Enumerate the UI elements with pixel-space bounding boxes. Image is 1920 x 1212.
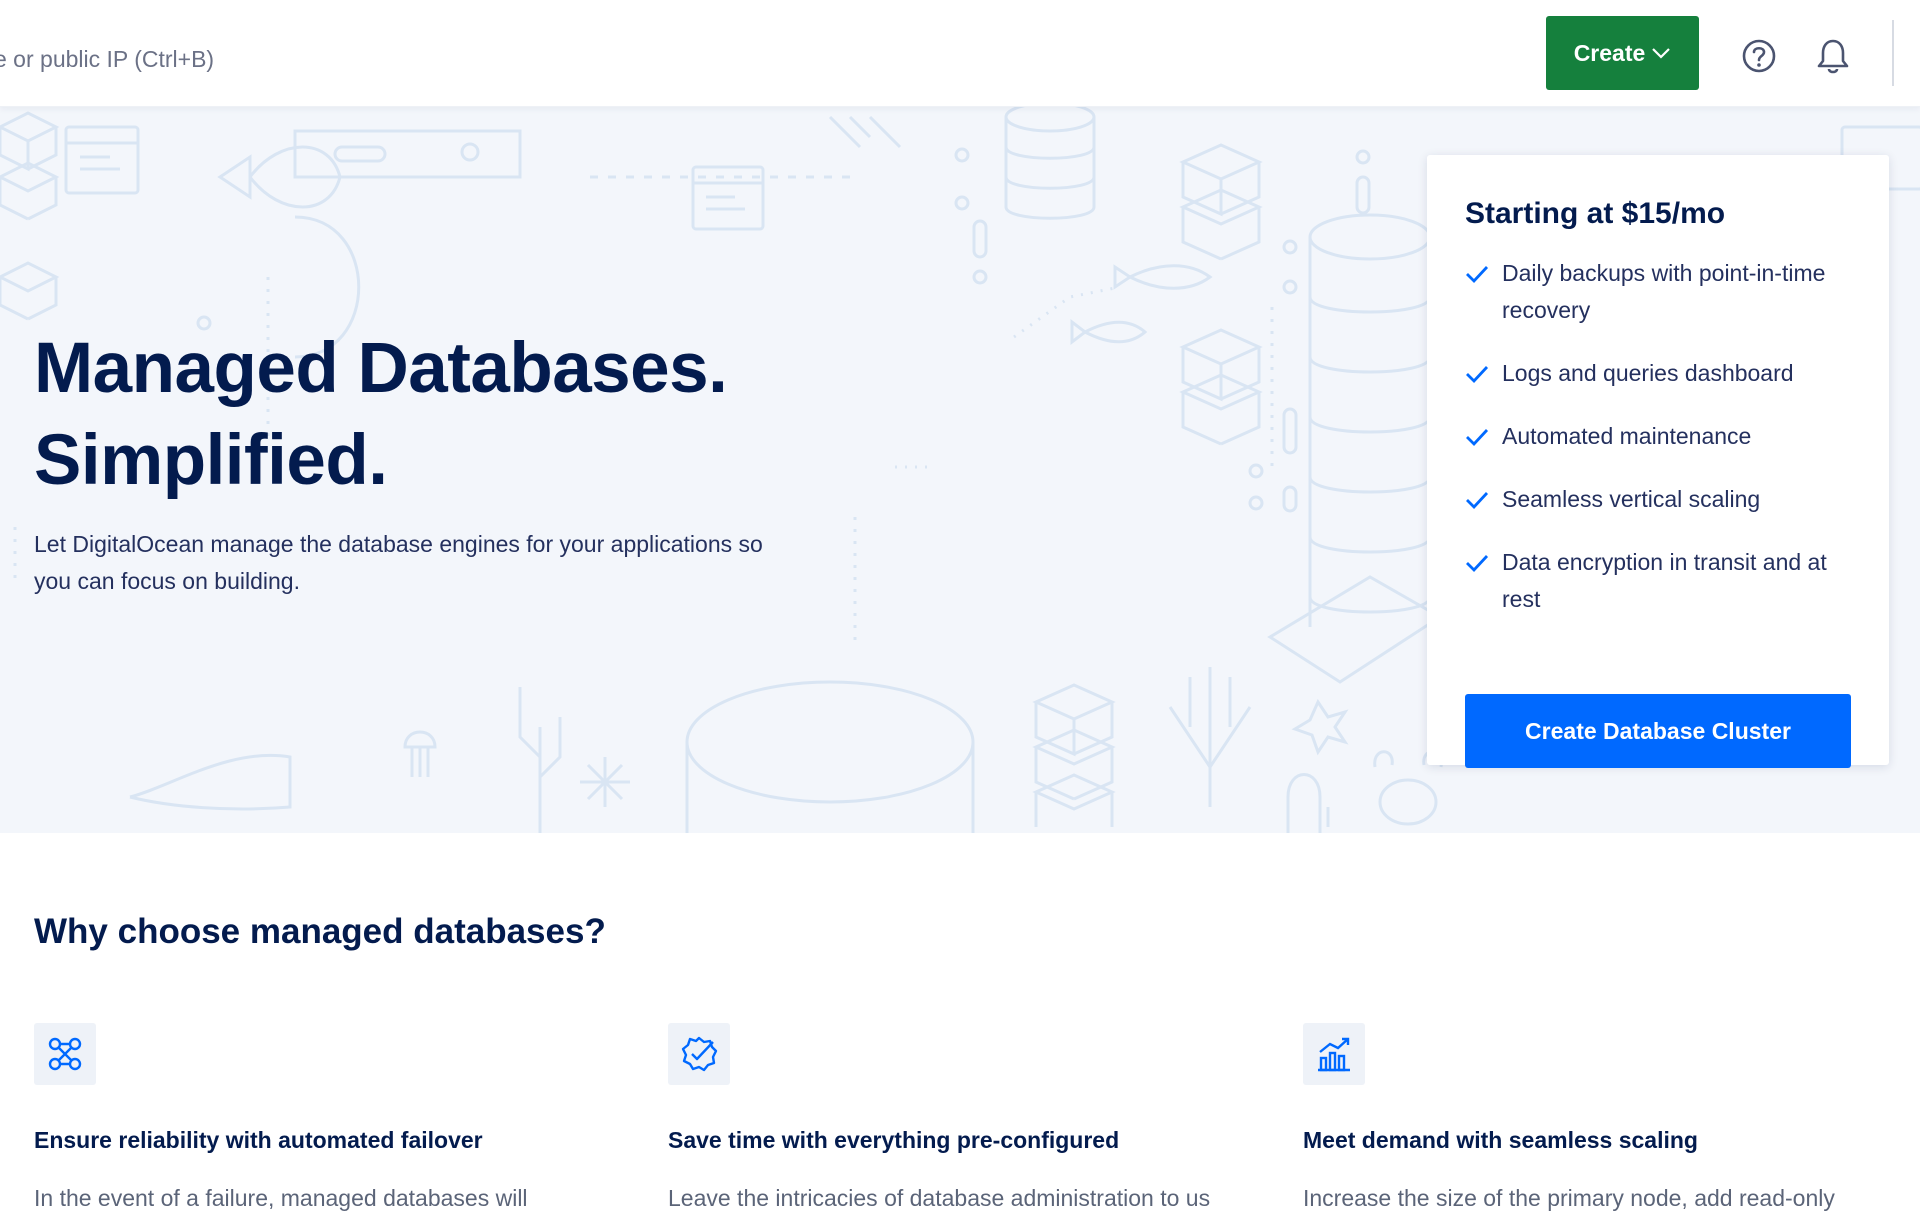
feature-item: Daily backups with point-in-time recover… bbox=[1465, 255, 1865, 329]
check-icon bbox=[1466, 366, 1489, 384]
hero-title-line2: Simplified. bbox=[34, 421, 388, 500]
badge-check-icon bbox=[668, 1023, 730, 1085]
chevron-down-icon bbox=[1652, 48, 1671, 59]
benefit-card-scaling: Meet demand with seamless scaling Increa… bbox=[1303, 1023, 1903, 1211]
feature-list: Daily backups with point-in-time recover… bbox=[1465, 255, 1865, 644]
check-icon bbox=[1466, 429, 1489, 447]
benefit-text: Leave the intricacies of database admini… bbox=[668, 1185, 1211, 1211]
hero-title: Managed Databases. Simplified. bbox=[34, 323, 834, 507]
benefit-text: In the event of a failure, managed datab… bbox=[34, 1185, 528, 1211]
feature-item: Seamless vertical scaling bbox=[1465, 481, 1865, 518]
create-button[interactable]: Create bbox=[1546, 16, 1699, 90]
feature-label: Automated maintenance bbox=[1502, 423, 1752, 449]
failover-nodes-icon bbox=[34, 1023, 96, 1085]
create-database-cluster-button[interactable]: Create Database Cluster bbox=[1465, 694, 1851, 768]
hero-section: Managed Databases. Simplified. Let Digit… bbox=[0, 107, 1920, 833]
feature-item: Logs and queries dashboard bbox=[1465, 355, 1865, 392]
feature-label: Seamless vertical scaling bbox=[1502, 486, 1761, 512]
benefit-text: Increase the size of the primary node, a… bbox=[1303, 1185, 1835, 1211]
bell-icon[interactable] bbox=[1813, 36, 1853, 76]
feature-item: Automated maintenance bbox=[1465, 418, 1865, 455]
benefit-title: Meet demand with seamless scaling bbox=[1303, 1127, 1698, 1153]
search-input[interactable]: e or public IP (Ctrl+B) bbox=[0, 46, 214, 73]
benefit-card-preconfigured: Save time with everything pre-configured… bbox=[668, 1023, 1268, 1211]
feature-label: Data encryption in transit and at rest bbox=[1502, 549, 1827, 612]
feature-label: Daily backups with point-in-time recover… bbox=[1502, 260, 1826, 323]
top-bar: e or public IP (Ctrl+B) Create bbox=[0, 0, 1920, 107]
check-icon bbox=[1466, 492, 1489, 510]
pricing-card: Starting at $15/mo Daily backups with po… bbox=[1427, 155, 1889, 768]
why-section-title: Why choose managed databases? bbox=[34, 912, 606, 951]
check-icon bbox=[1466, 555, 1489, 573]
growth-chart-icon bbox=[1303, 1023, 1365, 1085]
feature-item: Data encryption in transit and at rest bbox=[1465, 544, 1865, 618]
hero-description: Let DigitalOcean manage the database eng… bbox=[34, 531, 763, 594]
pricing-title: Starting at $15/mo bbox=[1465, 197, 1726, 230]
feature-label: Logs and queries dashboard bbox=[1502, 360, 1794, 386]
check-icon bbox=[1466, 266, 1489, 284]
topbar-divider bbox=[1892, 20, 1894, 86]
help-icon[interactable] bbox=[1739, 36, 1779, 76]
create-button-label: Create bbox=[1573, 39, 1646, 66]
benefit-title: Ensure reliability with automated failov… bbox=[34, 1127, 483, 1153]
benefit-card-failover: Ensure reliability with automated failov… bbox=[34, 1023, 634, 1211]
hero-title-line1: Managed Databases. bbox=[34, 329, 728, 408]
benefit-title: Save time with everything pre-configured bbox=[668, 1127, 1120, 1153]
